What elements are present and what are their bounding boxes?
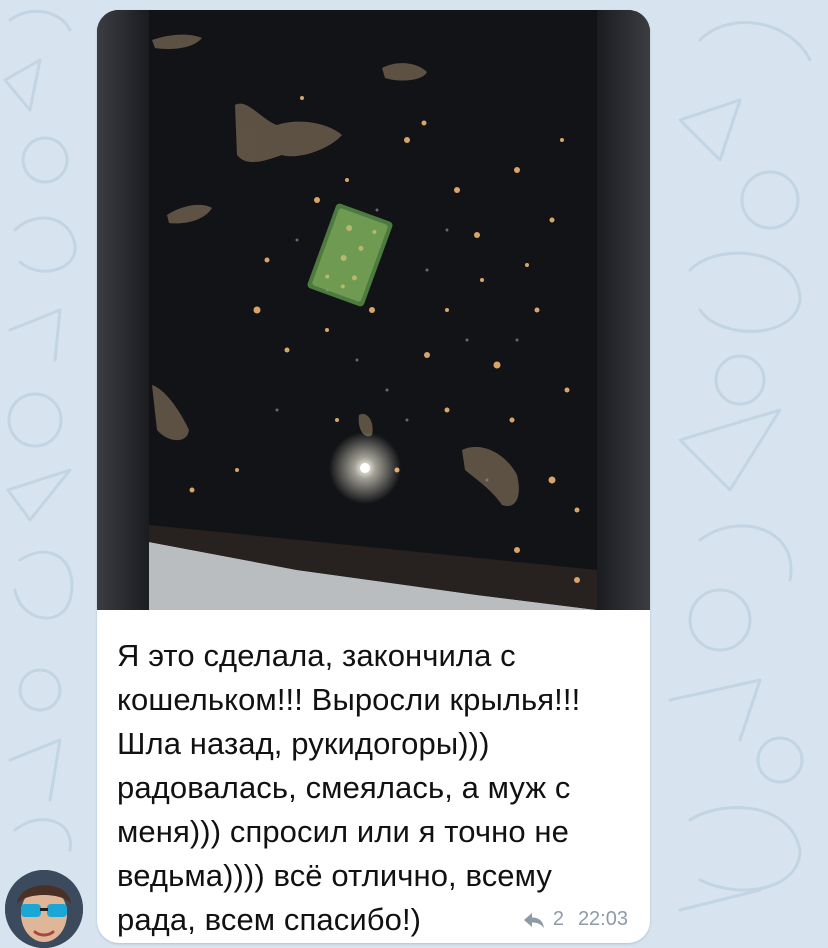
reply-count[interactable]: 2 [553, 908, 564, 931]
message-text: Я это сделала, закончила с кошельком!!! … [117, 638, 581, 937]
message-meta: 2 22:03 [523, 908, 628, 931]
reply-arrow-icon[interactable] [523, 911, 545, 929]
sender-avatar[interactable] [5, 870, 83, 948]
message-bubble[interactable]: Я это сделала, закончила с кошельком!!! … [97, 10, 650, 943]
message-time: 22:03 [577, 908, 628, 930]
message-photo[interactable] [97, 10, 650, 610]
photo-night-ground-with-green-wallet [97, 10, 650, 610]
avatar-woman-sunglasses [5, 870, 83, 948]
